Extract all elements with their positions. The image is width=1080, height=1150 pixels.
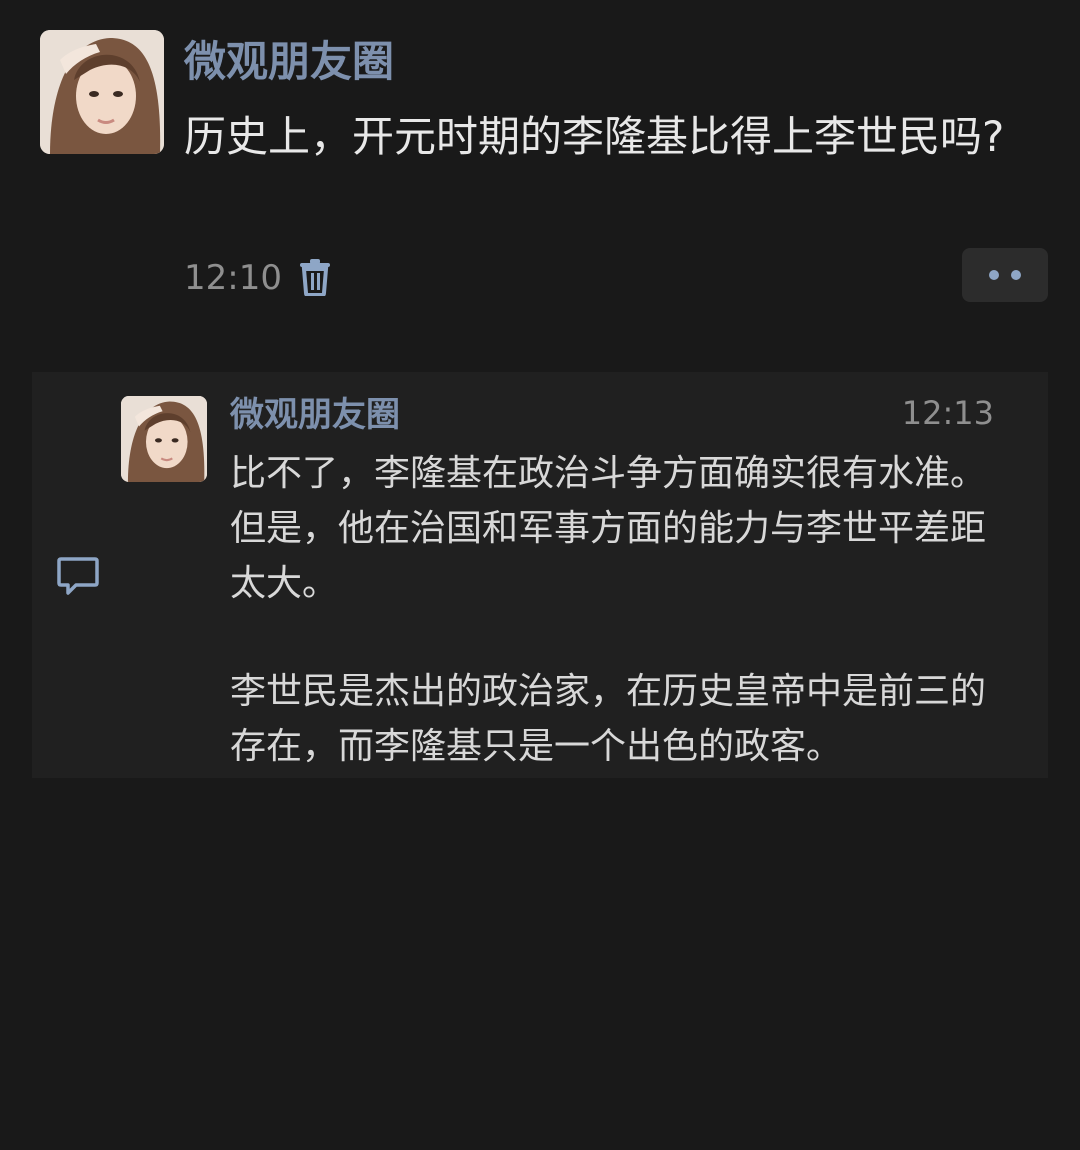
comment-paragraph: 比不了，李隆基在政治斗争方面确实很有水准。但是，他在治国和军事方面的能力与李世平… [230, 453, 987, 604]
post-timestamp: 12:10 [184, 258, 282, 298]
post-author-name[interactable]: 微观朋友圈 [184, 34, 394, 90]
avatar-photo [40, 30, 164, 154]
comment-bubble-icon [57, 557, 99, 595]
comment-text[interactable]: 比不了，李隆基在政治斗争方面确实很有水准。但是，他在治国和军事方面的能力与李世平… [230, 446, 1020, 774]
comment-avatar[interactable] [121, 396, 207, 482]
comment-author-name[interactable]: 微观朋友圈 [230, 392, 400, 438]
comment-paragraph: 李世民是杰出的政治家，在历史皇帝中是前三的存在，而李隆基只是一个出色的政客。 [230, 671, 987, 767]
dot-icon [989, 270, 999, 280]
comment-timestamp: 12:13 [901, 394, 994, 432]
post-text: 历史上，开元时期的李隆基比得上李世民吗? [184, 112, 1005, 161]
dot-icon [1011, 270, 1021, 280]
trash-icon[interactable] [298, 258, 332, 296]
avatar-photo [121, 396, 207, 482]
more-actions-button[interactable] [962, 248, 1048, 302]
post-avatar[interactable] [40, 30, 164, 154]
